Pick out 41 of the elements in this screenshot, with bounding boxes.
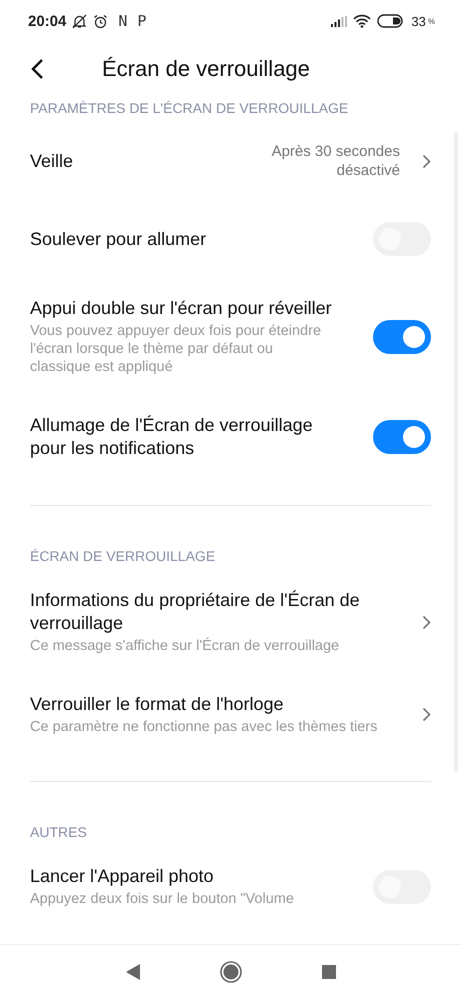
setting-title: Informations du propriétaire de l'Écran de verrouillage [30,589,361,635]
setting-title: Appui double sur l'écran pour réveiller [30,297,333,320]
chevron-icon [422,154,431,168]
setting-row[interactable]: Soulever pour allumer [0,200,461,278]
back-icon[interactable] [30,58,44,80]
setting-title: Lancer l'Appareil photo [30,865,215,888]
setting-title: Allumage de l'Écran de verrouillage pour les notifications [30,414,314,460]
setting-description: Vous pouvez appuyer deux fois pour éteindre l'écran lorsque le thème par défaut ou classique est appliqué [30,322,322,376]
setting-title: Veille [30,150,74,172]
setting-row[interactable]: Allumage de l'Écran de verrouillage pour les notifications [0,395,461,479]
battery-icon [377,14,406,28]
notification-icon: P [137,12,146,30]
setting-description: Ce message s'affiche sur l'Écran de verrouillage [30,637,340,655]
signal-icon [331,16,348,26]
toggle-switch[interactable] [373,320,431,354]
chevron-icon [422,707,431,722]
setting-row[interactable]: Lancer l'Appareil photo Appuyez deux fois sur le bouton "Volume [0,846,461,927]
section-header: ÉCRAN DE VERROUILLAGE [30,548,216,564]
wifi-icon [353,14,372,28]
clock-time: 20:04 [28,12,66,30]
battery-level: 33 [411,14,426,28]
setting-row[interactable]: Verrouiller le format de l'horloge Ce paramètre ne fonctionne pas avec les thèmes tiers [0,674,461,755]
setting-row[interactable]: Informations du propriétaire de l'Écran de verrouillage Ce message s'affiche sur l'Écran de verrouillage [0,570,461,674]
home-icon[interactable] [220,961,242,983]
setting-value: Après 30 secondes désactivé [270,142,400,180]
chevron-icon [422,614,431,630]
notification-icon: N [118,12,128,30]
section-header: AUTRES [30,824,87,840]
setting-row[interactable]: Appui double sur l'écran pour réveiller Vous pouvez appuyer deux fois pour éteindre l'écran lorsque le thème par défaut ou classique est appliqué [0,278,461,395]
toggle-switch[interactable] [373,420,431,454]
setting-row[interactable]: Veille Après 30 secondes désactivé [0,122,461,200]
section-header: PARAMÈTRES DE L'ÉCRAN DE VERROUILLAGE [30,100,348,116]
recents-icon[interactable] [322,965,336,979]
setting-description: Appuyez deux fois sur le bouton "Volume [30,890,295,908]
muted-bell-icon [72,14,88,28]
alarm-icon [93,14,108,28]
setting-title: Soulever pour allumer [30,228,208,250]
setting-title: Verrouiller le format de l'horloge [30,693,285,716]
screen-title: Écran de verrouillage [102,56,310,82]
setting-description: Ce paramètre ne fonctionne pas avec les thèmes tiers [30,718,378,736]
battery-unit: % [428,16,435,26]
